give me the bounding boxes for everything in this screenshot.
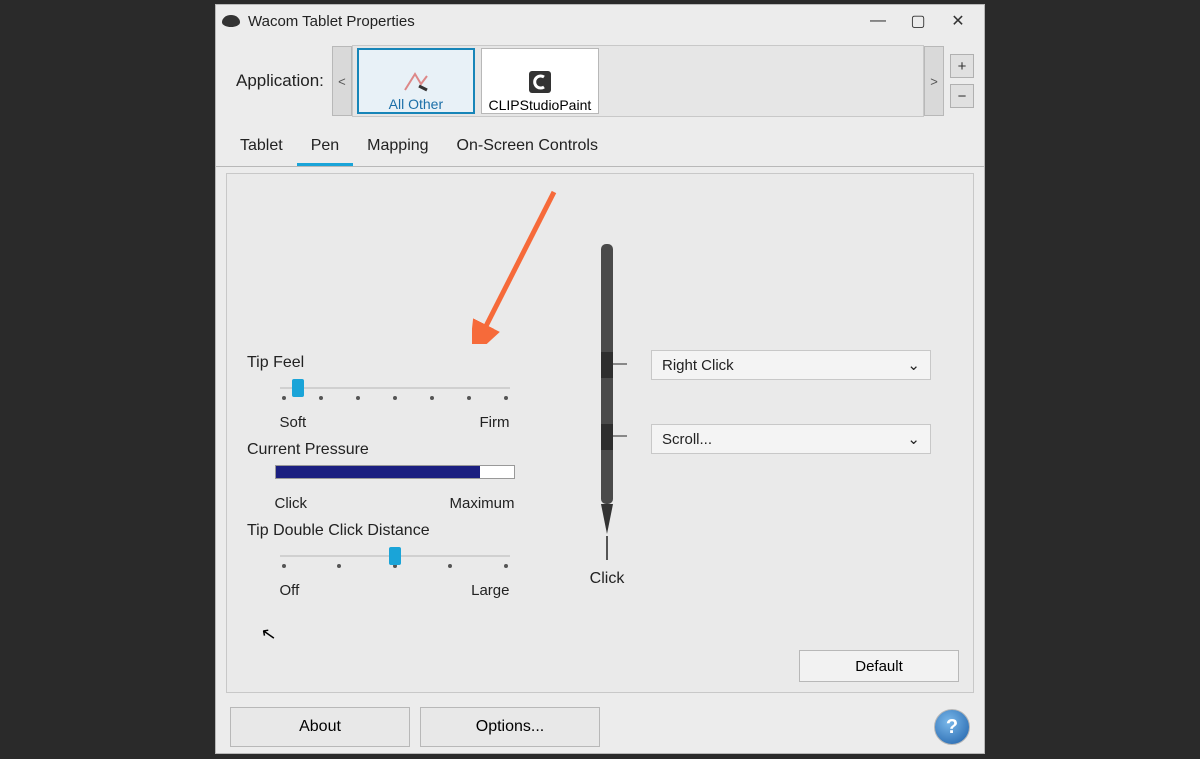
tab-mapping[interactable]: Mapping (353, 131, 442, 166)
about-button[interactable]: About (230, 707, 410, 747)
app-add-button[interactable]: + (950, 54, 974, 78)
pressure-max-label: Maximum (449, 495, 514, 512)
app-tile-clipstudio[interactable]: CLIPStudioPaint (481, 48, 599, 114)
app-tile-label: All Other (389, 96, 443, 112)
application-label: Application: (236, 71, 324, 91)
tab-pen[interactable]: Pen (297, 131, 353, 166)
pen-upper-value: Right Click (662, 357, 734, 374)
double-click-title: Tip Double Click Distance (247, 522, 542, 540)
left-panel: ↖ Tip Feel Soft Firm Current Pressure Cl… (247, 354, 542, 609)
minimize-button[interactable]: — (858, 7, 898, 35)
pen-illustration: Click Right Click ⌄ Scroll... ⌄ (587, 244, 931, 588)
pen-tip-click-label: Click (587, 570, 627, 588)
application-strip: All Other CLIPStudioPaint (352, 45, 924, 117)
help-button[interactable]: ? (934, 709, 970, 745)
options-button[interactable]: Options... (420, 707, 600, 747)
double-click-slider[interactable] (280, 546, 510, 566)
window-title: Wacom Tablet Properties (248, 13, 858, 30)
chevron-down-icon: ⌄ (907, 430, 920, 448)
default-button[interactable]: Default (799, 650, 959, 682)
pen-lower-button-dropdown[interactable]: Scroll... ⌄ (651, 424, 931, 454)
current-pressure-bar (275, 465, 515, 479)
app-scroll-next[interactable]: > (924, 46, 944, 116)
application-row: Application: < All Other CLIPStudioPaint… (216, 37, 984, 127)
double-click-thumb[interactable] (389, 547, 401, 565)
app-tile-all-other[interactable]: All Other (357, 48, 475, 114)
tab-tablet[interactable]: Tablet (226, 131, 297, 166)
pen-icon (587, 244, 627, 564)
pen-upper-button-dropdown[interactable]: Right Click ⌄ (651, 350, 931, 380)
app-scroll-prev[interactable]: < (332, 46, 352, 116)
close-button[interactable]: ✕ (938, 7, 978, 35)
double-click-off-label: Off (280, 582, 300, 599)
mouse-cursor-icon: ↖ (259, 623, 278, 646)
maximize-button[interactable]: ▢ (898, 7, 938, 35)
app-add-remove: + − (950, 54, 974, 108)
annotation-arrow-icon (472, 184, 572, 344)
pen-button-dropdowns: Right Click ⌄ Scroll... ⌄ (651, 350, 931, 454)
pressure-click-label: Click (275, 495, 308, 512)
tip-feel-firm-label: Firm (480, 414, 510, 431)
titlebar: Wacom Tablet Properties — ▢ ✕ (216, 5, 984, 37)
tip-feel-thumb[interactable] (292, 379, 304, 397)
pen-lower-value: Scroll... (662, 431, 712, 448)
pen-tab-content: ↖ Tip Feel Soft Firm Current Pressure Cl… (226, 173, 974, 693)
footer: About Options... ? (216, 697, 984, 753)
tip-feel-slider[interactable] (280, 378, 510, 398)
all-other-icon (401, 66, 431, 96)
tab-on-screen-controls[interactable]: On-Screen Controls (443, 131, 612, 166)
app-tile-label: CLIPStudioPaint (489, 97, 592, 113)
tip-feel-soft-label: Soft (280, 414, 307, 431)
tip-feel-title: Tip Feel (247, 354, 542, 372)
app-icon (222, 15, 240, 27)
app-window: Wacom Tablet Properties — ▢ ✕ Applicatio… (215, 4, 985, 754)
app-remove-button[interactable]: − (950, 84, 974, 108)
tabs: Tablet Pen Mapping On-Screen Controls (216, 131, 984, 167)
double-click-large-label: Large (471, 582, 509, 599)
current-pressure-fill (276, 466, 481, 478)
current-pressure-title: Current Pressure (247, 441, 542, 459)
chevron-down-icon: ⌄ (907, 356, 920, 374)
clipstudio-icon (525, 67, 555, 97)
